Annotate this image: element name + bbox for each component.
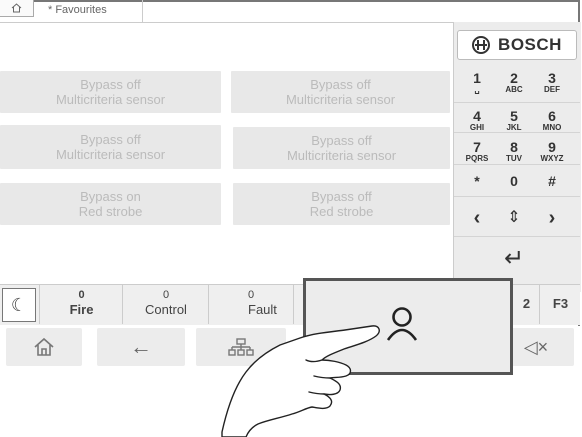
pointing-hand-icon xyxy=(221,325,380,437)
overlay-graphics xyxy=(221,307,418,437)
user-icon[interactable] xyxy=(386,307,418,341)
